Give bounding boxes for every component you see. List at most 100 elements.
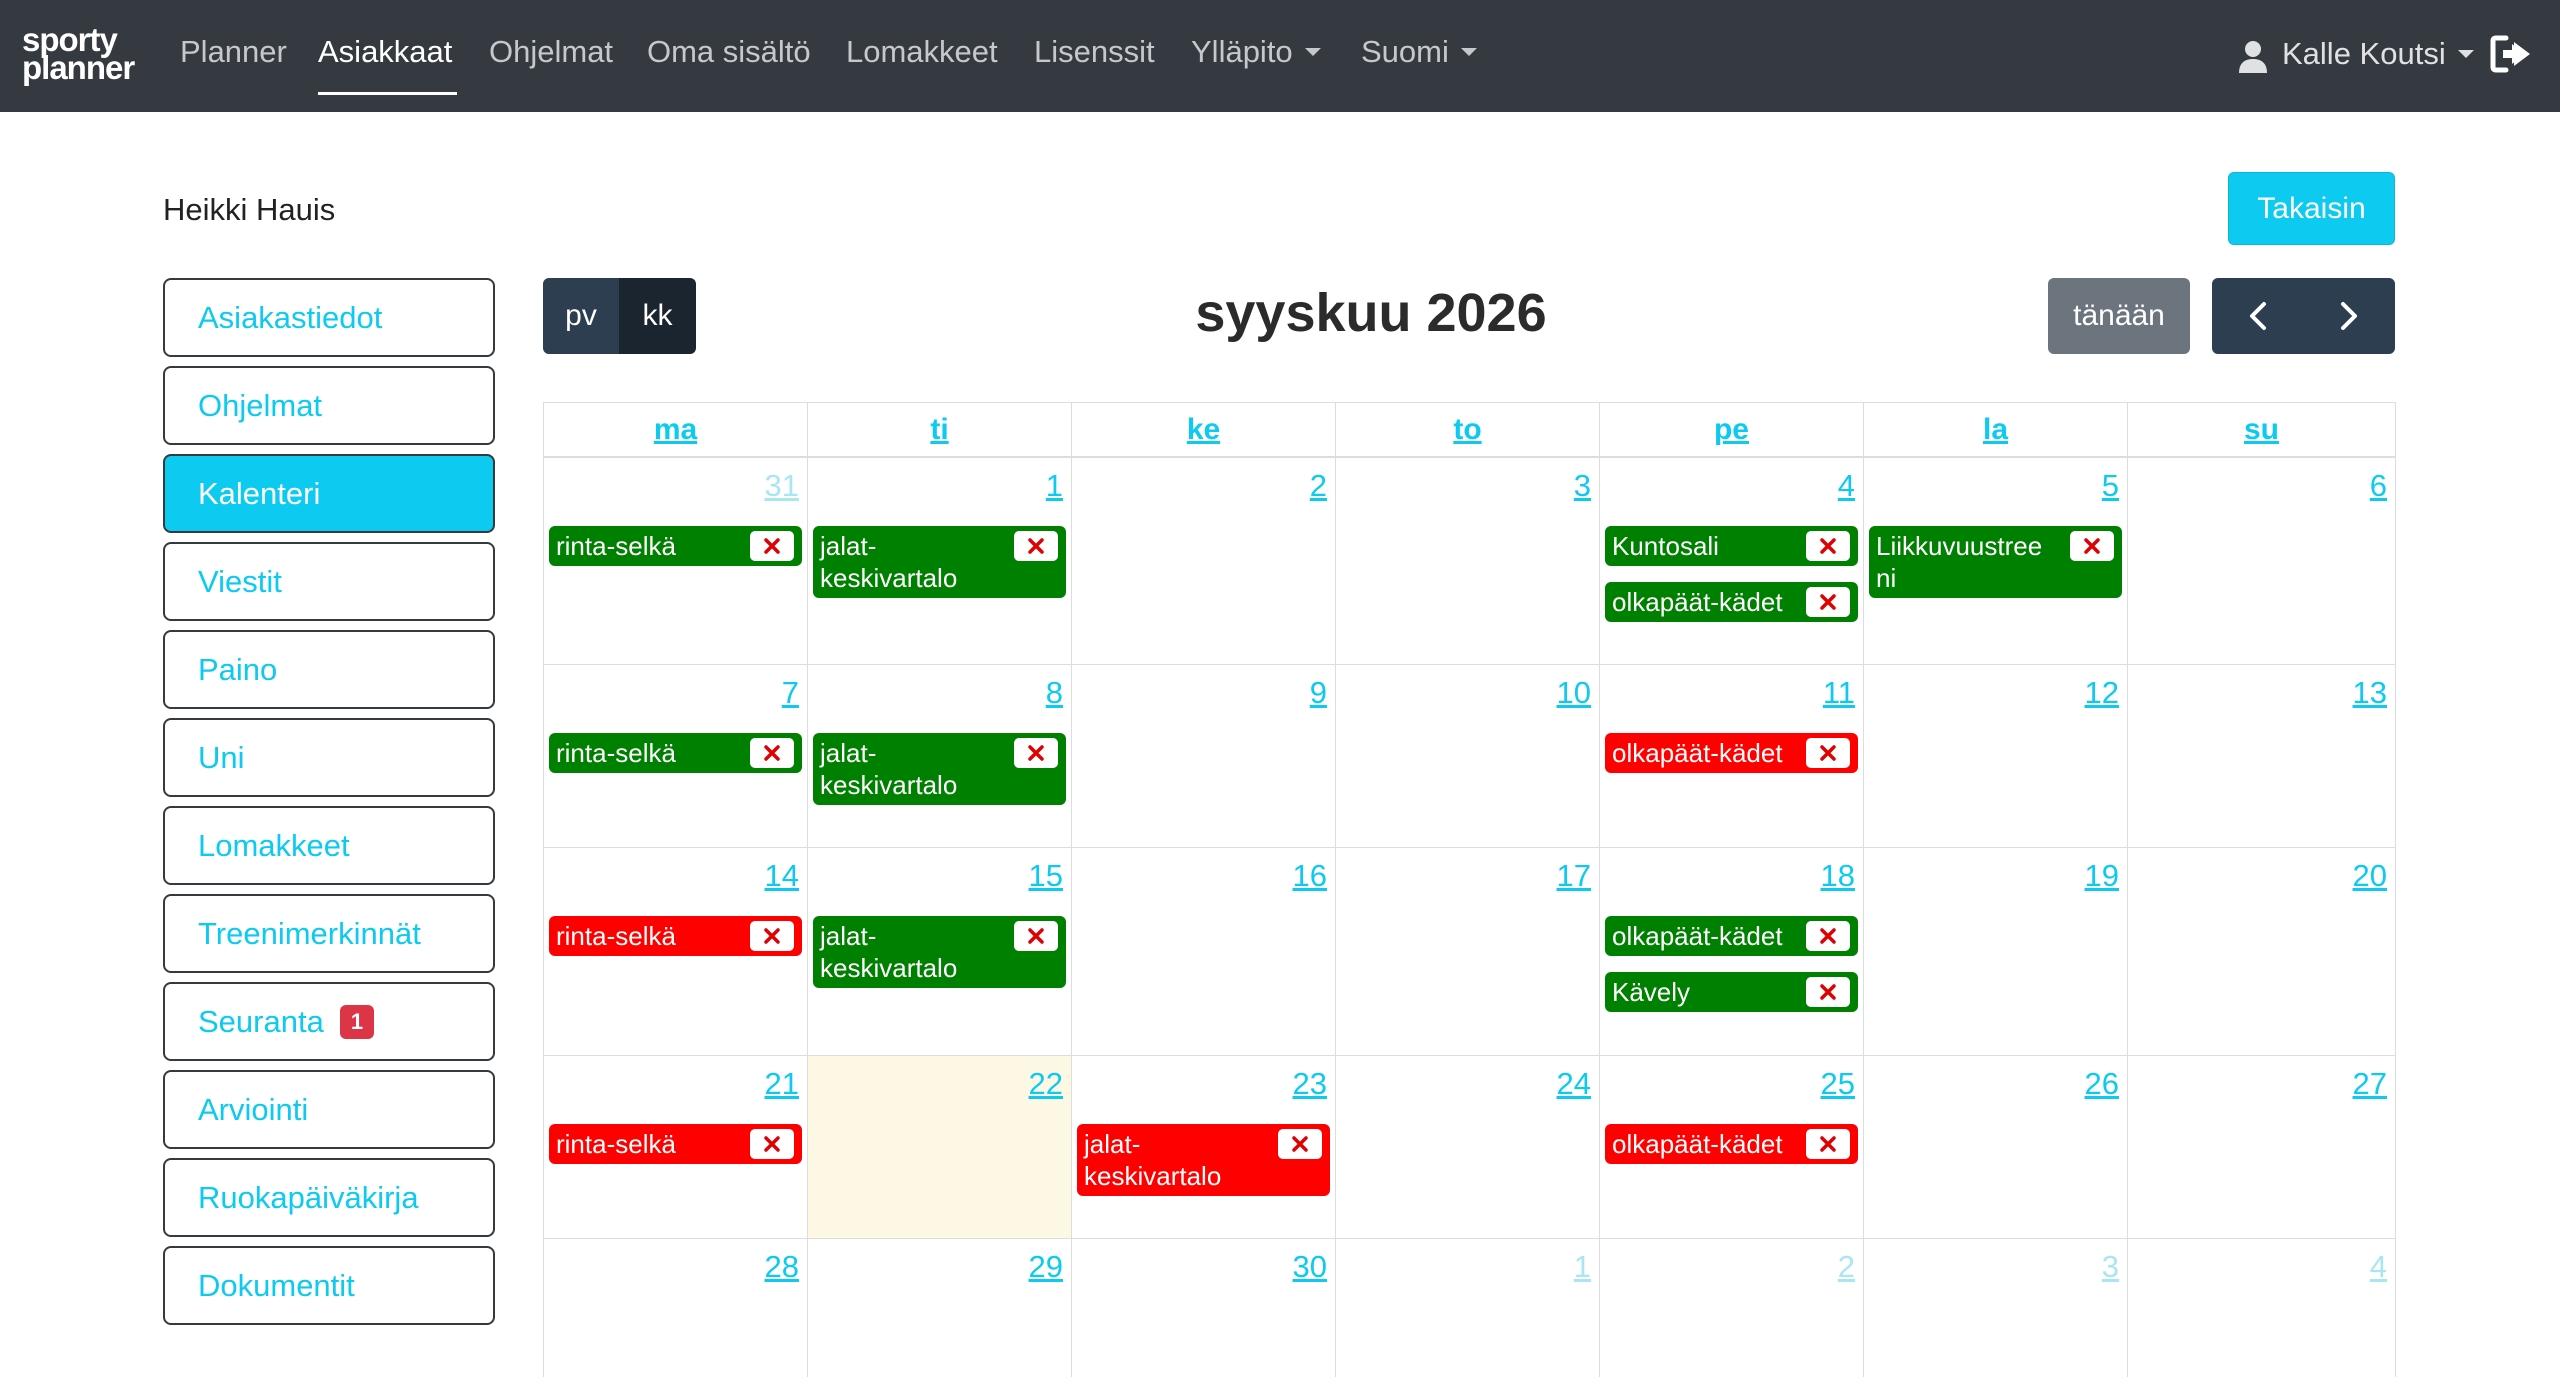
calendar-day-cell[interactable]: 29 <box>807 1238 1072 1377</box>
nav-yllapito-dropdown[interactable]: Ylläpito <box>1191 34 1321 70</box>
calendar-day-cell[interactable]: 10 <box>1335 664 1600 848</box>
calendar-event[interactable]: Liikkuvuustree ni <box>1869 526 2122 598</box>
delete-event-button[interactable] <box>1806 587 1850 617</box>
calendar-day-cell[interactable]: 27 <box>2127 1055 2396 1239</box>
day-number-link[interactable]: 6 <box>2370 468 2387 504</box>
weekday-header-ke[interactable]: ke <box>1071 402 1336 457</box>
calendar-day-cell[interactable]: 13 <box>2127 664 2396 848</box>
day-number-link[interactable]: 16 <box>1293 858 1327 894</box>
calendar-day-cell[interactable]: 26 <box>1863 1055 2128 1239</box>
day-number-link[interactable]: 19 <box>2085 858 2119 894</box>
calendar-event[interactable]: Kävely <box>1605 972 1858 1012</box>
weekday-header-la[interactable]: la <box>1863 402 2128 457</box>
calendar-day-cell[interactable]: 6 <box>2127 457 2396 665</box>
sportyplanner-logo[interactable]: sporty planner <box>22 23 152 84</box>
sidebar-item-treenimerkinnät[interactable]: Treenimerkinnät <box>163 894 495 973</box>
day-number-link[interactable]: 28 <box>765 1249 799 1285</box>
calendar-day-cell[interactable]: 17 <box>1335 847 1600 1056</box>
delete-event-button[interactable] <box>1806 738 1850 768</box>
day-number-link[interactable]: 24 <box>1557 1066 1591 1102</box>
calendar-day-cell[interactable]: 7 rinta-selkä <box>543 664 808 848</box>
day-number-link[interactable]: 2 <box>1310 468 1327 504</box>
day-number-link[interactable]: 27 <box>2353 1066 2387 1102</box>
nav-asiakkaat[interactable]: Asiakkaat <box>318 34 452 70</box>
day-number-link[interactable]: 25 <box>1821 1066 1855 1102</box>
calendar-day-cell[interactable]: 14 rinta-selkä <box>543 847 808 1056</box>
day-number-link[interactable]: 15 <box>1029 858 1063 894</box>
delete-event-button[interactable] <box>1806 977 1850 1007</box>
calendar-event[interactable]: jalat-keskivartalo <box>813 733 1066 805</box>
view-month-button[interactable]: kk <box>619 278 696 354</box>
day-number-link[interactable]: 3 <box>1574 468 1591 504</box>
day-number-link[interactable]: 18 <box>1821 858 1855 894</box>
logout-icon[interactable] <box>2490 34 2534 74</box>
sidebar-item-arviointi[interactable]: Arviointi <box>163 1070 495 1149</box>
delete-event-button[interactable] <box>1014 531 1058 561</box>
day-number-link[interactable]: 3 <box>2102 1249 2119 1285</box>
day-number-link[interactable]: 1 <box>1046 468 1063 504</box>
day-number-link[interactable]: 20 <box>2353 858 2387 894</box>
calendar-day-cell[interactable]: 4 Kuntosali olkapäät-kädet <box>1599 457 1864 665</box>
calendar-day-cell[interactable]: 25 olkapäät-kädet <box>1599 1055 1864 1239</box>
day-number-link[interactable]: 12 <box>2085 675 2119 711</box>
today-button[interactable]: tänään <box>2048 278 2190 354</box>
calendar-day-cell[interactable]: 2 <box>1599 1238 1864 1377</box>
calendar-day-cell[interactable]: 4 <box>2127 1238 2396 1377</box>
sidebar-item-viestit[interactable]: Viestit <box>163 542 495 621</box>
delete-event-button[interactable] <box>2070 531 2114 561</box>
sidebar-item-ruokapäiväkirja[interactable]: Ruokapäiväkirja <box>163 1158 495 1237</box>
sidebar-item-ohjelmat[interactable]: Ohjelmat <box>163 366 495 445</box>
calendar-event[interactable]: olkapäät-kädet <box>1605 582 1858 622</box>
prev-month-button[interactable] <box>2212 278 2303 354</box>
nav-planner[interactable]: Planner <box>180 34 287 70</box>
sidebar-item-kalenteri[interactable]: Kalenteri <box>163 454 495 533</box>
sidebar-item-paino[interactable]: Paino <box>163 630 495 709</box>
day-number-link[interactable]: 2 <box>1838 1249 1855 1285</box>
calendar-day-cell[interactable]: 23 jalat-keskivartalo <box>1071 1055 1336 1239</box>
calendar-event[interactable]: rinta-selkä <box>549 1124 802 1164</box>
calendar-event[interactable]: jalat-keskivartalo <box>813 916 1066 988</box>
next-month-button[interactable] <box>2303 278 2395 354</box>
weekday-header-su[interactable]: su <box>2127 402 2396 457</box>
calendar-event[interactable]: rinta-selkä <box>549 733 802 773</box>
calendar-event[interactable]: olkapäät-kädet <box>1605 1124 1858 1164</box>
calendar-day-cell[interactable]: 28 <box>543 1238 808 1377</box>
nav-ohjelmat[interactable]: Ohjelmat <box>489 34 613 70</box>
delete-event-button[interactable] <box>1806 1129 1850 1159</box>
calendar-day-cell[interactable]: 30 <box>1071 1238 1336 1377</box>
delete-event-button[interactable] <box>1014 921 1058 951</box>
calendar-day-cell[interactable]: 21 rinta-selkä <box>543 1055 808 1239</box>
calendar-day-cell[interactable]: 8 jalat-keskivartalo <box>807 664 1072 848</box>
calendar-day-cell[interactable]: 20 <box>2127 847 2396 1056</box>
calendar-event[interactable]: olkapäät-kädet <box>1605 733 1858 773</box>
day-number-link[interactable]: 4 <box>1838 468 1855 504</box>
nav-oma-sisalto[interactable]: Oma sisältö <box>647 34 811 70</box>
calendar-event[interactable]: olkapäät-kädet <box>1605 916 1858 956</box>
nav-lisenssit[interactable]: Lisenssit <box>1034 34 1155 70</box>
day-number-link[interactable]: 4 <box>2370 1249 2387 1285</box>
day-number-link[interactable]: 10 <box>1557 675 1591 711</box>
calendar-day-cell[interactable]: 5 Liikkuvuustree ni <box>1863 457 2128 665</box>
calendar-day-cell[interactable]: 15 jalat-keskivartalo <box>807 847 1072 1056</box>
calendar-day-cell[interactable]: 3 <box>1335 457 1600 665</box>
user-menu-dropdown[interactable]: Kalle Koutsi <box>2236 36 2474 72</box>
calendar-day-cell[interactable]: 22 <box>807 1055 1072 1239</box>
calendar-day-cell[interactable]: 16 <box>1071 847 1336 1056</box>
day-number-link[interactable]: 29 <box>1029 1249 1063 1285</box>
day-number-link[interactable]: 23 <box>1293 1066 1327 1102</box>
calendar-day-cell[interactable]: 19 <box>1863 847 2128 1056</box>
day-number-link[interactable]: 26 <box>2085 1066 2119 1102</box>
nav-language-dropdown[interactable]: Suomi <box>1361 34 1477 70</box>
calendar-day-cell[interactable]: 1 <box>1335 1238 1600 1377</box>
calendar-day-cell[interactable]: 2 <box>1071 457 1336 665</box>
sidebar-item-seuranta[interactable]: Seuranta 1 <box>163 982 495 1061</box>
sidebar-item-lomakkeet[interactable]: Lomakkeet <box>163 806 495 885</box>
calendar-day-cell[interactable]: 31 rinta-selkä <box>543 457 808 665</box>
day-number-link[interactable]: 31 <box>765 468 799 504</box>
weekday-header-ti[interactable]: ti <box>807 402 1072 457</box>
calendar-event[interactable]: jalat-keskivartalo <box>1077 1124 1330 1196</box>
calendar-day-cell[interactable]: 11 olkapäät-kädet <box>1599 664 1864 848</box>
day-number-link[interactable]: 21 <box>765 1066 799 1102</box>
delete-event-button[interactable] <box>1278 1129 1322 1159</box>
calendar-day-cell[interactable]: 3 <box>1863 1238 2128 1377</box>
